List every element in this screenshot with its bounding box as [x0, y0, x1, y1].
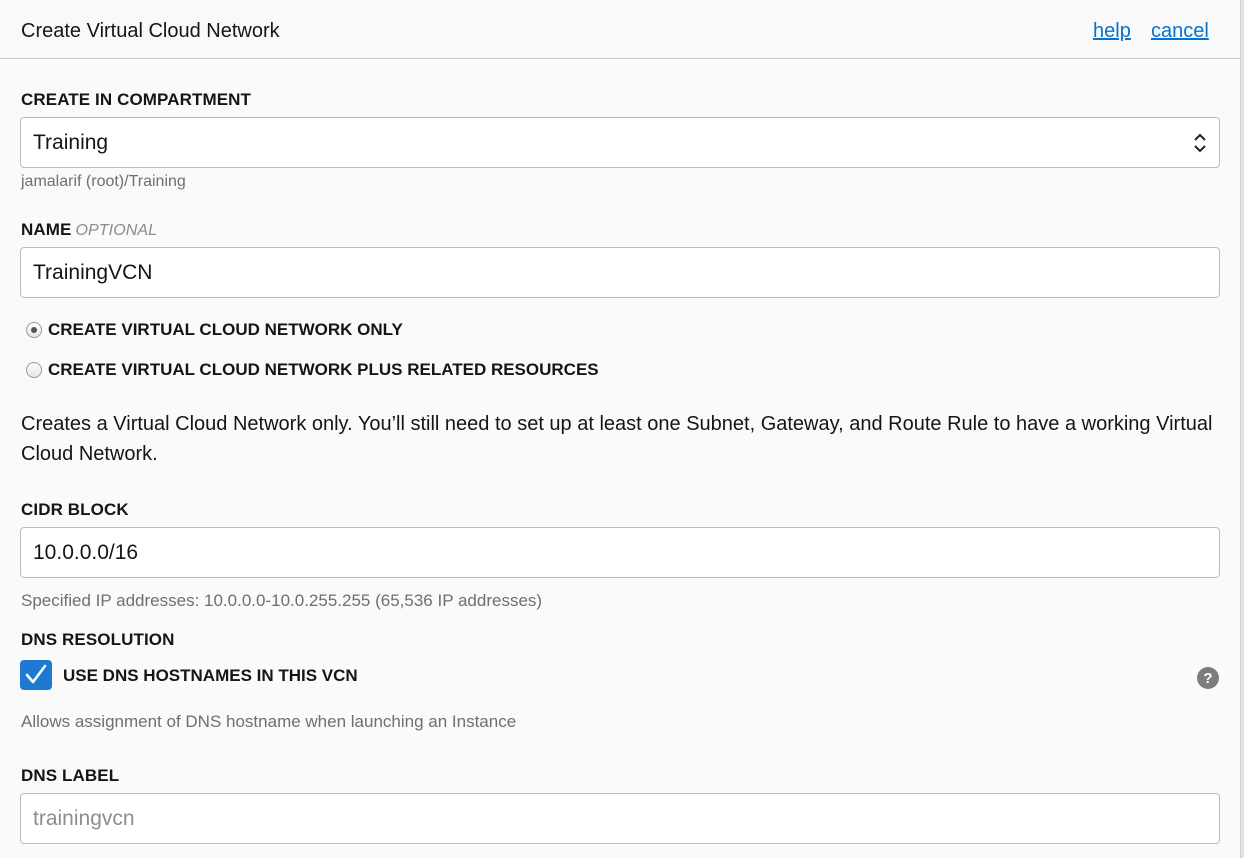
dns-resolution-label: DNS RESOLUTION [21, 630, 175, 649]
cidr-hint: Specified IP addresses: 10.0.0.0-10.0.25… [21, 591, 543, 610]
dns-label-label: DNS LABEL [21, 766, 120, 785]
radio-selected-icon[interactable] [26, 322, 42, 338]
select-arrows-icon [1194, 133, 1206, 153]
dns-hostnames-checkbox[interactable] [20, 660, 52, 690]
dns-hostnames-label: USE DNS HOSTNAMES IN THIS VCN [63, 666, 358, 685]
radio-vcn-only-label: CREATE VIRTUAL CLOUD NETWORK ONLY [48, 320, 403, 339]
dns-hint: Allows assignment of DNS hostname when l… [21, 712, 517, 731]
cancel-link[interactable]: cancel [1151, 20, 1209, 43]
name-label-text: NAME [21, 220, 72, 239]
name-value: TrainingVCN [33, 260, 153, 284]
dns-label-input[interactable]: trainingvcn [20, 793, 1220, 844]
radio-vcn-only[interactable]: CREATE VIRTUAL CLOUD NETWORK ONLY [26, 320, 403, 340]
cidr-value: 10.0.0.0/16 [33, 540, 139, 564]
compartment-value: Training [33, 130, 109, 154]
mode-description: Creates a Virtual Cloud Network only. Yo… [21, 413, 1213, 465]
compartment-path: jamalarif (root)/Training [21, 173, 186, 190]
dialog-title: Create Virtual Cloud Network [21, 20, 280, 42]
name-input[interactable]: TrainingVCN [20, 247, 1220, 298]
dialog-scrollbar-edge [1240, 0, 1244, 858]
question-circle-icon[interactable]: ? [1197, 667, 1219, 689]
checkmark-icon [25, 664, 47, 684]
compartment-label: CREATE IN COMPARTMENT [21, 90, 252, 109]
dialog-header: Create Virtual Cloud Network help cancel [0, 0, 1240, 59]
radio-vcn-plus-label: CREATE VIRTUAL CLOUD NETWORK PLUS RELATE… [48, 360, 599, 379]
cidr-input[interactable]: 10.0.0.0/16 [20, 527, 1220, 578]
optional-tag: OPTIONAL [75, 222, 158, 239]
dns-label-placeholder: trainingvcn [33, 806, 135, 830]
cidr-label: CIDR BLOCK [21, 500, 129, 519]
radio-vcn-plus-resources[interactable]: CREATE VIRTUAL CLOUD NETWORK PLUS RELATE… [26, 360, 599, 380]
name-label: NAME OPTIONAL [21, 220, 157, 240]
compartment-select[interactable]: Training [20, 117, 1220, 168]
radio-unselected-icon[interactable] [26, 362, 42, 378]
help-link[interactable]: help [1093, 20, 1131, 43]
